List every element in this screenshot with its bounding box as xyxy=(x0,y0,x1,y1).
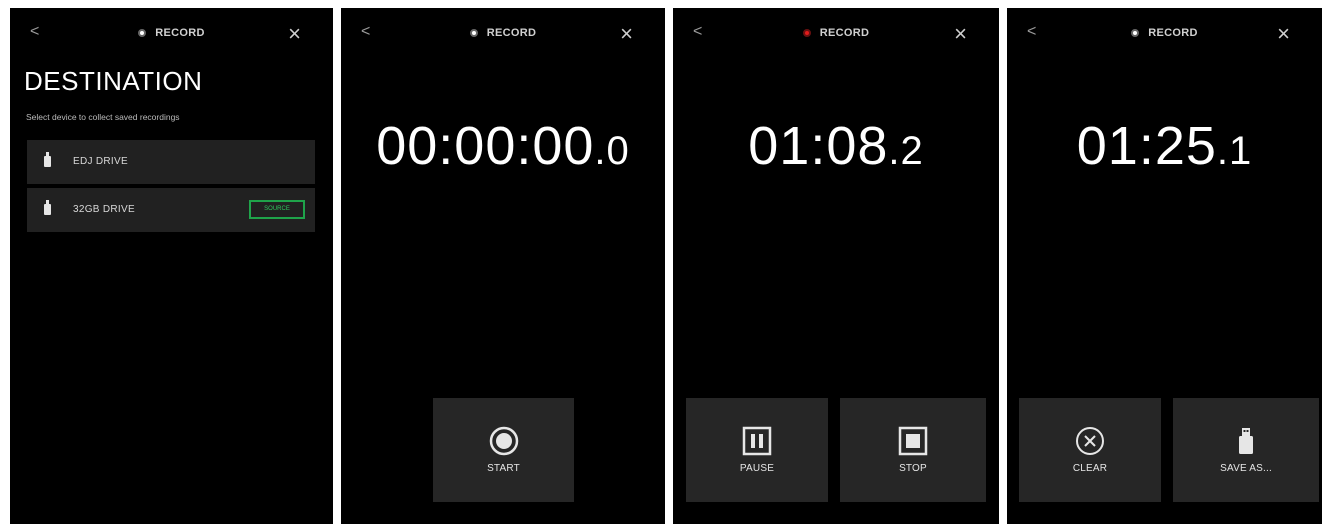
start-button[interactable]: START xyxy=(433,398,574,502)
drive-label: EDJ DRIVE xyxy=(73,156,128,167)
screen-title: RECORD xyxy=(10,27,333,39)
screen-title: RECORD xyxy=(341,27,665,39)
clear-label: CLEAR xyxy=(1072,463,1108,474)
timer-display: 01:08.2 xyxy=(673,116,999,181)
save-as-label: SAVE AS... xyxy=(1220,463,1272,474)
record-status-icon xyxy=(1131,29,1140,37)
clear-button[interactable]: CLEAR xyxy=(1019,398,1161,502)
stop-label: STOP xyxy=(899,463,927,474)
drive-item-32gb[interactable]: 32GB DRIVE SOURCE xyxy=(27,188,315,232)
drive-item-edj[interactable]: EDJ DRIVE xyxy=(27,140,315,184)
stop-button[interactable]: STOP xyxy=(840,398,986,502)
screen-title-text: RECORD xyxy=(1148,27,1198,39)
close-icon[interactable]: × xyxy=(954,23,967,45)
pause-button[interactable]: PAUSE xyxy=(686,398,828,502)
timer-tenth: .0 xyxy=(594,129,630,173)
start-label: START xyxy=(487,463,520,474)
usb-drive-icon xyxy=(1239,428,1253,454)
page-title: DESTINATION xyxy=(24,66,203,96)
record-status-icon xyxy=(469,29,478,37)
usb-drive-icon xyxy=(44,200,51,215)
record-status-icon xyxy=(138,29,147,37)
screen-title: RECORD xyxy=(1007,27,1322,39)
top-bar: < RECORD × xyxy=(10,8,333,58)
recording-stopped-screen: < RECORD × 01:25.1 CLEAR SAVE AS... xyxy=(1007,8,1322,524)
recording-active-icon xyxy=(802,29,811,37)
pause-icon xyxy=(742,426,772,456)
timer-tenth: .1 xyxy=(1216,129,1253,173)
screen-title: RECORD xyxy=(673,27,999,39)
recording-screen: < RECORD × 01:08.2 PAUSE STOP xyxy=(673,8,999,524)
screen-title-text: RECORD xyxy=(486,27,537,39)
drive-label: 32GB DRIVE xyxy=(73,204,135,215)
clear-icon xyxy=(1076,427,1104,455)
page-subtitle: Select device to collect saved recording… xyxy=(26,112,180,122)
timer-main: 01:25 xyxy=(1076,116,1217,176)
close-icon[interactable]: × xyxy=(1277,23,1290,45)
record-icon xyxy=(489,426,518,456)
destination-screen: < RECORD × DESTINATION Select device to … xyxy=(10,8,333,524)
screen-title-text: RECORD xyxy=(155,27,205,39)
timer-main: 00:00:00 xyxy=(376,116,595,176)
timer-main: 01:08 xyxy=(748,116,889,176)
record-ready-screen: < RECORD × 00:00:00.0 START xyxy=(341,8,665,524)
top-bar: < RECORD × xyxy=(1007,8,1322,58)
source-badge: SOURCE xyxy=(249,200,305,219)
close-icon[interactable]: × xyxy=(620,23,633,45)
timer-tenth: .2 xyxy=(888,129,924,173)
top-bar: < RECORD × xyxy=(673,8,999,58)
usb-drive-icon xyxy=(44,152,51,167)
close-icon[interactable]: × xyxy=(288,23,301,45)
screen-title-text: RECORD xyxy=(819,27,870,39)
timer-display: 01:25.1 xyxy=(1007,116,1322,181)
timer-display: 00:00:00.0 xyxy=(341,116,665,181)
stop-icon xyxy=(898,426,928,456)
save-as-button[interactable]: SAVE AS... xyxy=(1173,398,1319,502)
pause-label: PAUSE xyxy=(739,463,775,474)
top-bar: < RECORD × xyxy=(341,8,665,58)
